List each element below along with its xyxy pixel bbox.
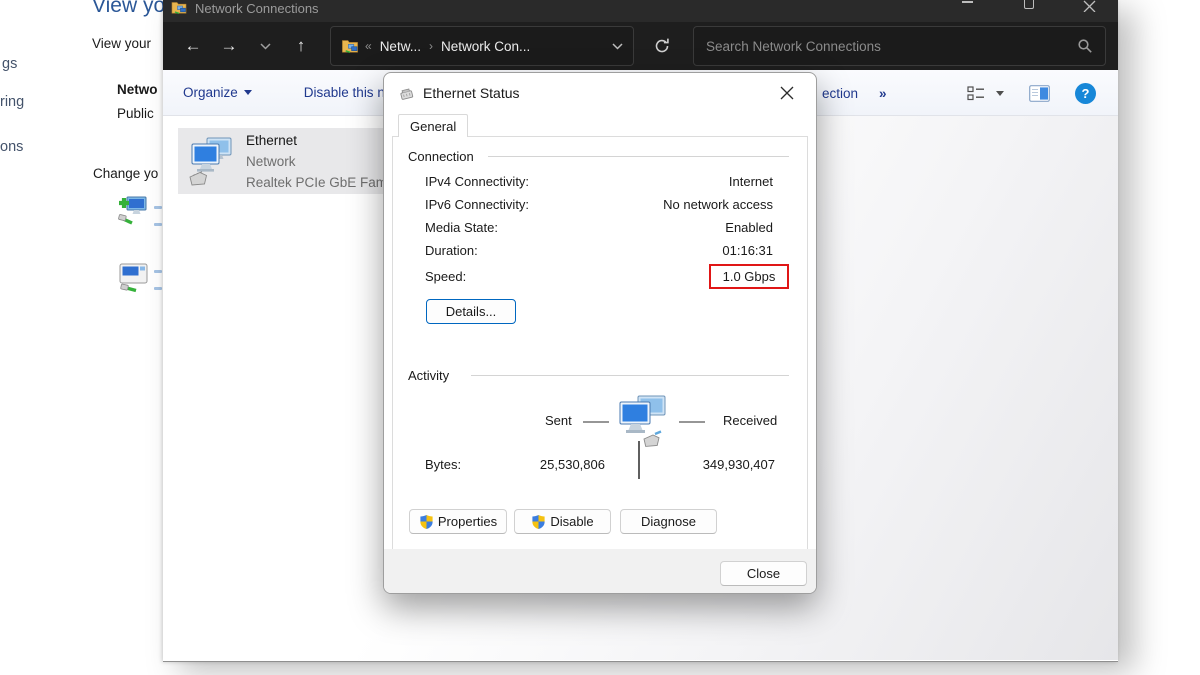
activity-group-line [471,375,789,376]
troubleshoot-network-icon [118,262,150,294]
breadcrumb-collapse-chevrons[interactable]: « [365,39,372,53]
maximize-button[interactable] [1024,0,1040,12]
bg-public-fragment: Public [117,106,154,121]
ethernet-connection-item[interactable]: Ethernet Network Realtek PCIe GbE Fam [178,128,391,194]
window-titlebar: Network Connections [163,0,1118,22]
duration-label: Duration: [425,243,478,258]
view-connection-status-button[interactable]: ection [822,70,858,116]
back-icon[interactable]: ← [175,28,211,64]
connection-adapter: Realtek PCIe GbE Fam [246,172,387,193]
navigation-toolbar: ← → ↑ « Netw... › Network Con... [163,22,1118,70]
ethernet-plug-icon [398,86,415,101]
bg-change-fragment: Change yo [93,166,158,181]
refresh-icon[interactable] [646,30,678,62]
properties-button[interactable]: Properties [409,509,507,534]
dialog-header: Ethernet Status [384,73,816,113]
tab-general[interactable]: General [398,114,468,137]
uac-shield-icon [531,514,546,530]
connection-group-line [488,156,789,157]
activity-group-label: Activity [408,368,449,383]
up-icon[interactable]: ↑ [283,28,319,64]
ipv4-value: Internet [729,174,773,189]
address-dropdown-chevron-icon[interactable] [612,37,623,55]
dialog-close-icon[interactable] [772,78,802,108]
setup-connection-icon [116,194,150,230]
uac-shield-icon [419,514,434,530]
sent-bytes-value: 25,530,806 [540,457,605,472]
minimize-button[interactable] [962,0,978,12]
close-window-button[interactable] [1083,0,1099,12]
command-overflow-chevrons[interactable]: » [879,70,887,116]
help-icon[interactable]: ? [1075,70,1096,116]
search-input[interactable] [706,39,1077,54]
bg-sidebar-link-fragment[interactable]: ons [0,139,23,155]
dialog-title: Ethernet Status [423,85,520,101]
breadcrumb-current[interactable]: Network Con... [441,39,530,54]
organize-caret-icon [244,90,252,95]
sent-label: Sent [545,413,572,428]
connection-network: Network [246,151,387,172]
address-folder-icon [341,39,359,53]
diagnose-button[interactable]: Diagnose [620,509,717,534]
disable-button[interactable]: Disable [514,509,611,534]
connection-name: Ethernet [246,130,387,151]
bytes-label: Bytes: [425,457,461,472]
search-icon[interactable] [1077,38,1093,54]
recent-locations-chevron-icon[interactable] [247,28,283,64]
disable-network-device-button[interactable]: Disable this ne [304,85,393,100]
speed-label: Speed: [425,269,466,284]
ipv6-value: No network access [663,197,773,212]
speed-highlight-box: 1.0 Gbps [709,264,789,289]
ethernet-status-dialog: Ethernet Status General Connection IPv4 … [383,72,817,594]
address-bar[interactable]: « Netw... › Network Con... [330,26,634,66]
organize-menu-button[interactable]: Organize [183,85,252,100]
bg-sidebar-link-fragment[interactable]: gs [2,56,17,72]
bg-network-label-fragment: Netwo [117,82,158,97]
media-state-value: Enabled [725,220,773,235]
media-state-label: Media State: [425,220,498,235]
view-options-icon[interactable] [967,70,985,116]
ipv6-label: IPv6 Connectivity: [425,197,529,212]
details-button[interactable]: Details... [426,299,516,324]
connection-group-label: Connection [408,149,474,164]
forward-icon[interactable]: → [211,28,247,64]
bytes-divider [638,441,640,479]
general-tab-page: Connection IPv4 Connectivity: Internet I… [392,136,808,551]
close-button[interactable]: Close [720,561,807,586]
activity-computers-icon [611,393,671,451]
window-title: Network Connections [195,0,319,17]
view-options-caret-icon[interactable] [996,70,1004,116]
breadcrumb-separator-icon: › [429,39,433,53]
search-box[interactable] [693,26,1106,66]
sent-dash [583,421,609,423]
network-folder-icon [171,1,187,14]
received-bytes-value: 349,930,407 [703,457,775,472]
received-dash [679,421,705,423]
bg-sidebar-link-fragment[interactable]: ring [0,94,24,110]
ipv4-label: IPv4 Connectivity: [425,174,529,189]
dialog-footer: Close [384,549,816,593]
bg-line-fragment: View your [92,36,151,51]
speed-value: 1.0 Gbps [723,269,776,284]
bg-heading-fragment: View yo [92,0,165,18]
ethernet-adapter-icon [184,134,236,188]
preview-pane-icon[interactable] [1029,70,1050,116]
duration-value: 01:16:31 [722,243,773,258]
received-label: Received [723,413,777,428]
breadcrumb-parent[interactable]: Netw... [380,39,421,54]
